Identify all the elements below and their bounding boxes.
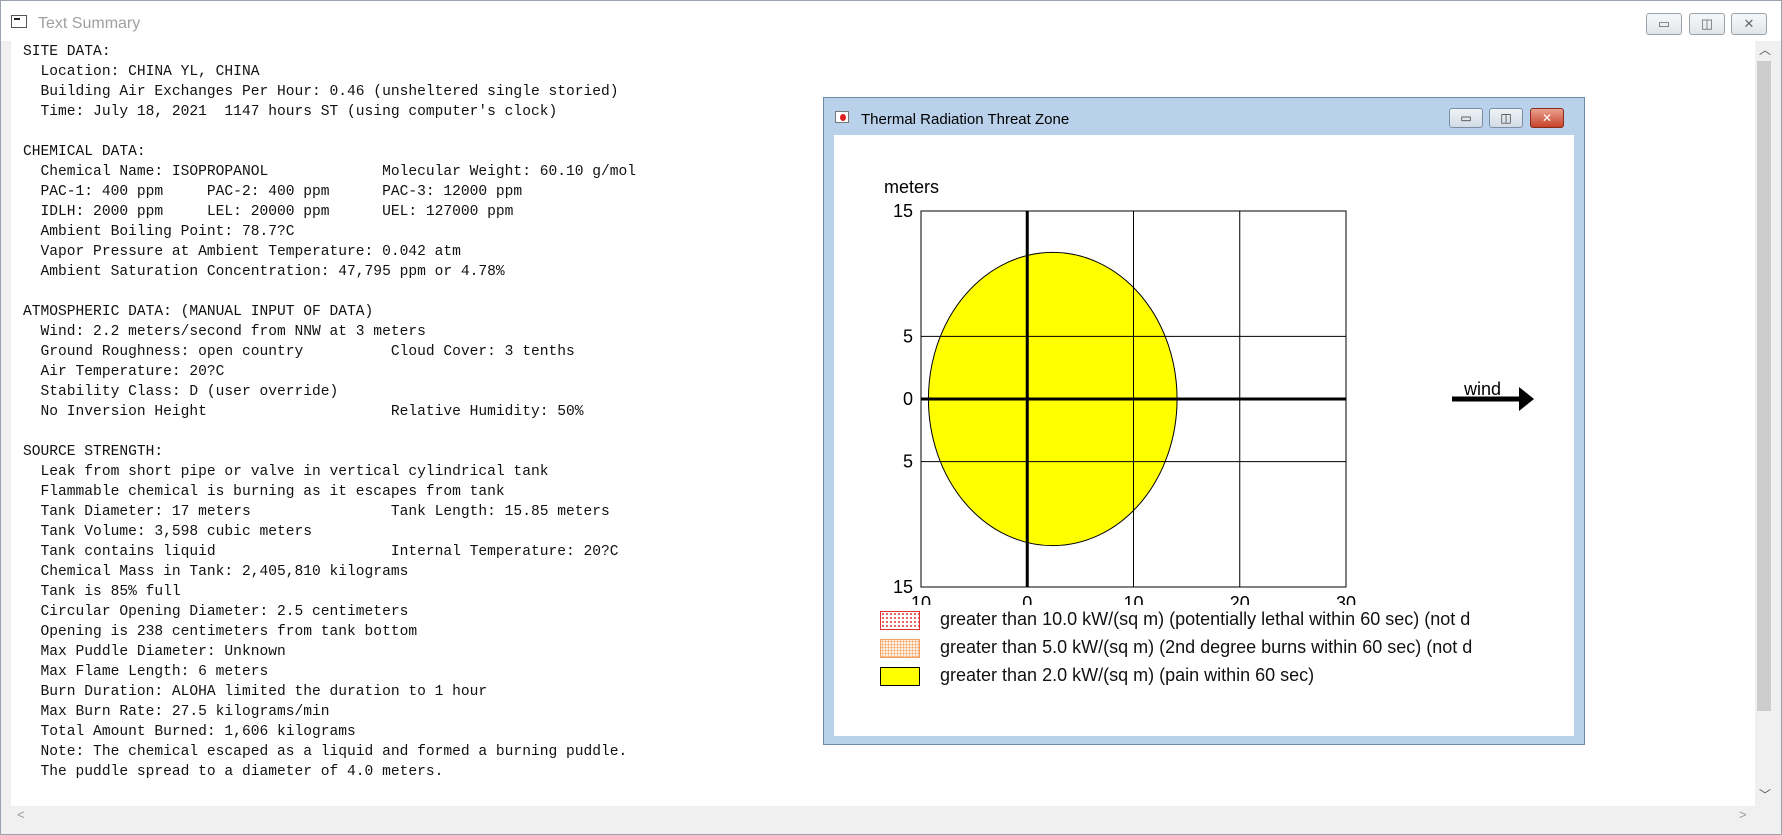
y-tick-label: 0 [903, 389, 913, 409]
scroll-left-arrow-icon[interactable]: < [17, 807, 25, 822]
legend-label-2kw: greater than 2.0 kW/(sq m) (pain within … [940, 665, 1315, 685]
legend-item-5kw: greater than 5.0 kW/(sq m) (2nd degree b… [880, 637, 1580, 659]
legend-item-10kw: greater than 10.0 kW/(sq m) (potentially… [880, 609, 1580, 631]
fire-icon [835, 111, 849, 123]
wind-label: wind [1463, 379, 1501, 399]
x-tick-label: 10 [911, 593, 931, 605]
y-tick-label: 15 [893, 201, 913, 221]
text-summary-titlebar[interactable]: Text Summary ▭ ◫ ✕ [1, 1, 1781, 41]
thermal-minimize-button[interactable]: ▭ [1449, 108, 1483, 128]
vertical-scroll-thumb[interactable] [1757, 61, 1771, 711]
thermal-close-button[interactable]: ✕ [1530, 108, 1564, 128]
thermal-radiation-window: Thermal Radiation Threat Zone ▭ ◫ ✕ 10 0 1… [823, 97, 1585, 745]
window-app-icon [11, 15, 27, 28]
wind-arrow-icon [1519, 387, 1534, 411]
legend-swatch-red [880, 611, 920, 630]
x-tick-label: 10 [1123, 593, 1143, 605]
vertical-scrollbar[interactable]: ︿ ﹀ [1755, 41, 1773, 806]
x-tick-label: 20 [1230, 593, 1250, 605]
thermal-window-titlebar[interactable]: Thermal Radiation Threat Zone ▭ ◫ ✕ [824, 98, 1584, 134]
legend-item-2kw: greater than 2.0 kW/(sq m) (pain within … [880, 665, 1580, 687]
legend-swatch-orange [880, 639, 920, 658]
scroll-down-arrow-icon[interactable]: ﹀ [1759, 786, 1771, 803]
y-axis-title: meters [884, 177, 939, 197]
y-tick-label: 5 [903, 326, 913, 346]
scroll-up-arrow-icon[interactable]: ︿ [1759, 41, 1771, 58]
window-title: Text Summary [38, 15, 141, 32]
x-tick-label: 30 [1336, 593, 1356, 605]
threat-zone-plot-area: 1001020301550515metersmeterswind greater… [834, 135, 1574, 736]
scroll-right-arrow-icon[interactable]: > [1739, 807, 1747, 822]
legend-swatch-yellow [880, 667, 920, 686]
thermal-maximize-button[interactable]: ◫ [1489, 108, 1523, 128]
y-tick-label: 15 [893, 577, 913, 597]
legend-label-10kw: greater than 10.0 kW/(sq m) (potentially… [940, 609, 1471, 629]
summary-text: SITE DATA: Location: CHINA YL, CHINA Bui… [23, 44, 637, 780]
threat-zone-plot: 1001020301550515metersmeterswind [884, 177, 1534, 605]
close-button[interactable]: ✕ [1731, 13, 1767, 35]
minimize-button[interactable]: ▭ [1646, 13, 1682, 35]
maximize-button[interactable]: ◫ [1689, 13, 1725, 35]
legend-label-5kw: greater than 5.0 kW/(sq m) (2nd degree b… [940, 637, 1473, 657]
y-tick-label: 5 [903, 452, 913, 472]
thermal-window-title: Thermal Radiation Threat Zone [861, 111, 1070, 128]
horizontal-scrollbar[interactable]: < > [11, 806, 1755, 824]
x-tick-label: 0 [1022, 593, 1032, 605]
